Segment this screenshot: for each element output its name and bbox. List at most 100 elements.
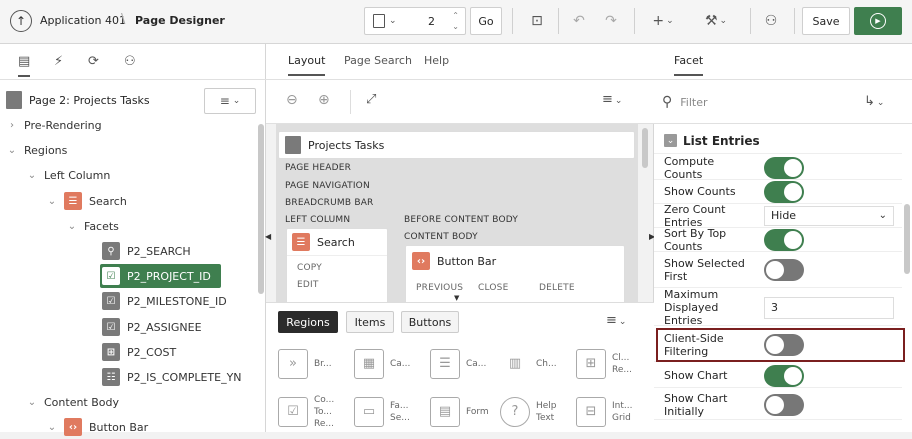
chevron-down-icon: ⌄ [389,16,397,26]
canvas-scrollbar[interactable] [642,128,648,168]
edit-label: EDIT [297,280,319,290]
dynamic-actions-tab-icon[interactable]: ⚡ [54,54,63,69]
close-button-label[interactable]: CLOSE [478,283,508,293]
property-editor-panel: Facet ⚲ Filter ↳ ⌄ ⌄ List Entries Compute… [654,44,912,432]
collapse-left-handle[interactable]: ◀ [265,232,271,241]
gallery-item-interactive-grid[interactable]: ⊟ Int... Grid [576,389,646,434]
rendering-tab-icon[interactable]: ▤ [18,54,31,77]
select-value: Hide [771,209,797,222]
gallery-tab-items[interactable]: Items [346,311,394,333]
facet-region-icon: ☰ [292,233,310,251]
tree-node-p2-project-id[interactable]: ☑ P2_PROJECT_ID [100,264,221,288]
stepper-icon[interactable]: ⌃ ⌄ [452,10,459,32]
tree-node-p2-search[interactable]: ⚲ P2_SEARCH [0,239,191,263]
go-to-group-icon[interactable]: ↳ ⌄ [864,94,884,109]
gallery-panel: Regions Items Buttons ≡ ⌄ » Br... ▦ Ca... ☰… [266,302,654,432]
gallery-label: Co... To... Re... [314,394,335,429]
split-handle[interactable]: ▼ [454,294,459,302]
filter-input[interactable]: ⚲ Filter [662,88,832,116]
tree-node-pre-rendering[interactable]: › Pre-Rendering [0,113,102,137]
chevron-down-icon: ⌄ [7,144,17,156]
range-facet-icon: ⊞ [102,343,120,361]
gallery-item-classic-report[interactable]: ⊞ Cl... Re... [576,341,646,386]
save-button[interactable]: Save [802,7,850,35]
show-counts-toggle[interactable] [764,180,804,203]
go-button[interactable]: Go [470,7,502,35]
tree-node-p2-milestone-id[interactable]: ☑ P2_MILESTONE_ID [0,289,227,313]
left-scrollbar[interactable] [258,124,264,294]
tree-label: Content Body [44,395,120,409]
tree-node-button-bar[interactable]: ⌄ ‹› Button Bar [0,415,148,439]
prop-show-chart-initially: Show Chart Initially [654,390,902,420]
prop-zero-count-entries: Zero Count Entries Hide ⌄ [654,203,902,229]
layout-menu-icon[interactable]: ≡ ⌄ [602,92,622,107]
gallery-tab-regions[interactable]: Regions [278,311,338,333]
show-chart-toggle[interactable] [764,364,804,387]
section-list-entries[interactable]: ⌄ List Entries [654,128,902,154]
gallery-item-column-toggle-report[interactable]: ☑ Co... To... Re... [278,389,358,434]
processing-tab-icon[interactable]: ⟳ [88,54,99,69]
tree-node-regions[interactable]: ⌄ Regions [0,138,68,162]
tab-facet[interactable]: Facet [674,54,704,76]
app-name[interactable]: Application 401 [40,14,126,27]
compute-counts-toggle[interactable] [764,156,804,179]
gallery-item-form[interactable]: ▤ Form [430,389,510,434]
run-button[interactable]: ▶ [854,7,902,35]
code-region-icon: ‹› [412,252,430,270]
expand-icon[interactable]: ⤢ [366,92,376,107]
previous-button-label[interactable]: PREVIOUS [416,283,463,293]
tab-page-search[interactable]: Page Search [344,54,412,67]
max-displayed-entries-input[interactable]: 3 [764,296,894,319]
gallery-item-cards[interactable]: ☰ Ca... [430,341,510,386]
prop-show-selected-first: Show Selected First [654,252,902,288]
utilities-wrench-icon[interactable]: ⚒ ⌄ [700,9,732,33]
gallery-menu-icon[interactable]: ≡ ⌄ [606,313,626,328]
shared-components-icon[interactable]: ⚇ [760,9,782,33]
lock-icon[interactable]: ⊡ [526,9,548,33]
app-nav[interactable]: ↑ [10,10,32,32]
tree-node-left-column[interactable]: ⌄ Left Column [0,163,111,187]
search-region-card[interactable]: ☰ Search COPY EDIT [286,228,388,308]
gallery-item-faceted-search[interactable]: ▭ Fa... Se... [354,389,434,434]
gallery-label: Br... [314,358,332,369]
tree-menu-button[interactable]: ≡ ⌄ [204,88,256,114]
zoom-in-icon[interactable]: ⊕ [318,92,330,108]
zero-count-entries-select[interactable]: Hide ⌄ [764,205,894,226]
page-number-value[interactable]: 2 [428,15,435,28]
gallery-item-help-text[interactable]: ? Help Text [500,389,580,434]
cards-icon: ☰ [430,348,460,379]
right-scrollbar[interactable] [904,204,910,274]
tree-node-content-body[interactable]: ⌄ Content Body [0,390,119,414]
page-title-bar[interactable]: Projects Tasks [278,131,635,159]
tree-node-p2-cost[interactable]: ⊞ P2_COST [0,340,176,364]
page-selector[interactable]: ⌄ 2 ⌃ ⌄ [364,7,466,35]
zoom-out-icon[interactable]: ⊖ [286,92,298,108]
collapse-section-icon: ⌄ [664,134,677,147]
checkbox-facet-icon: ☑ [102,267,120,285]
undo-icon[interactable]: ↶ [568,9,590,33]
left-column-label: LEFT COLUMN [285,215,351,225]
show-chart-initially-toggle[interactable] [764,393,804,416]
delete-button-label[interactable]: DELETE [539,283,575,293]
gallery-item-calendar[interactable]: ▦ Ca... [354,341,434,386]
gallery-item-breadcrumb[interactable]: » Br... [278,341,358,386]
separator [750,8,751,34]
tree-node-search[interactable]: ⌄ ☰ Search [0,189,127,213]
button-bar-label: Button Bar [437,254,497,268]
filter-placeholder: Filter [680,95,708,109]
tab-layout[interactable]: Layout [288,54,326,76]
tree-node-facets[interactable]: ⌄ Facets [0,214,119,238]
tree-node-p2-assignee[interactable]: ☑ P2_ASSIGNEE [0,315,202,339]
shared-components-tab-icon[interactable]: ⚇ [124,54,136,69]
sort-by-top-counts-toggle[interactable] [764,228,804,251]
gallery-item-chart[interactable]: ▥ Ch... [500,341,580,386]
create-menu-icon[interactable]: + ⌄ [648,9,678,33]
prop-label: Show Chart Initially [664,391,728,418]
tab-help[interactable]: Help [424,54,449,67]
list-facet-icon: ☷ [102,368,120,386]
code-region-icon: ‹› [64,418,82,436]
gallery-tab-buttons[interactable]: Buttons [401,311,459,333]
tree-node-p2-is-complete-yn[interactable]: ☷ P2_IS_COMPLETE_YN [0,365,242,389]
show-selected-first-toggle[interactable] [764,258,804,281]
redo-icon[interactable]: ↷ [600,9,622,33]
